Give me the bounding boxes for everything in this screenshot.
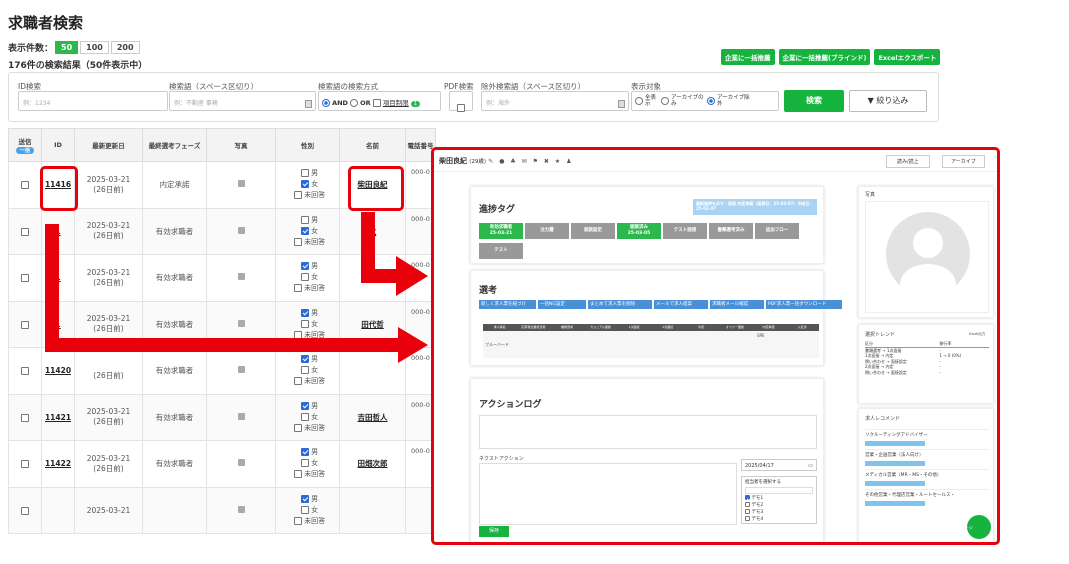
annotation-arrows	[45, 212, 428, 363]
arrow-from-id	[45, 224, 398, 352]
arrow-from-name	[361, 212, 398, 283]
arrow-head-name	[396, 256, 428, 296]
arrow-head-id	[398, 327, 428, 363]
